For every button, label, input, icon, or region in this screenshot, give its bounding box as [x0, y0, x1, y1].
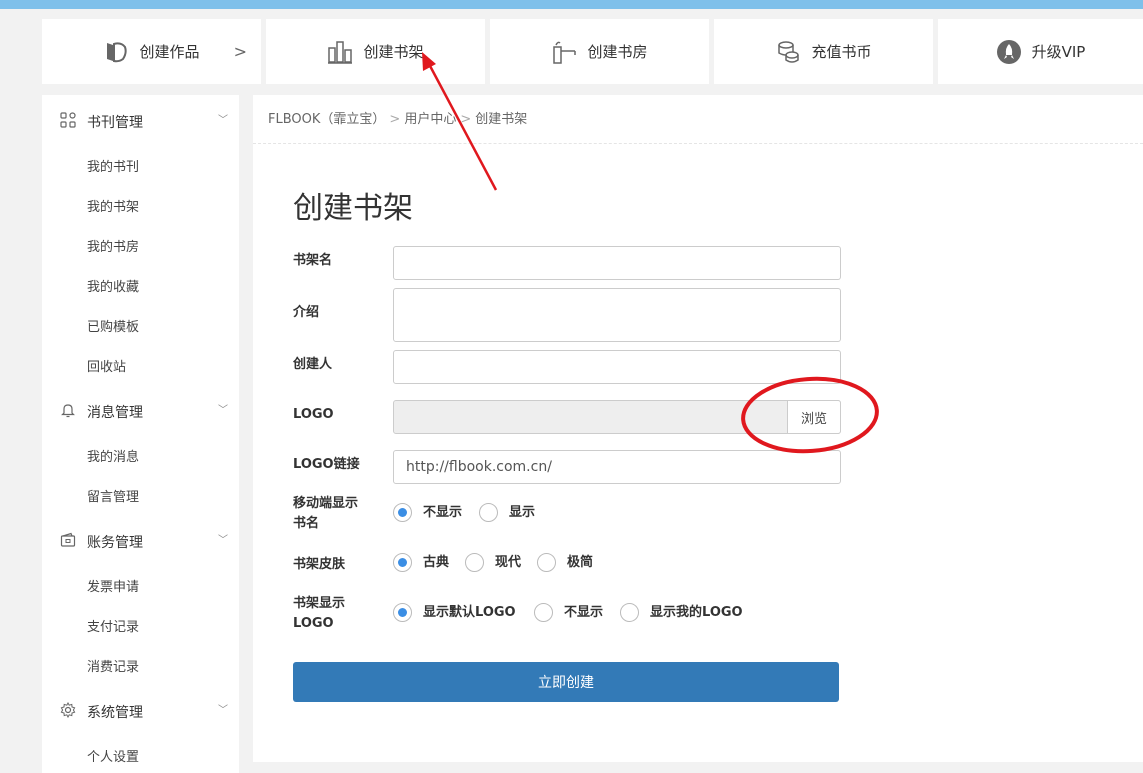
skin-radio-classic[interactable] [393, 553, 412, 572]
browse-button[interactable]: 浏览 [787, 400, 841, 434]
sidebar-item-consumption-records[interactable]: 消费记录 [87, 656, 139, 675]
skin-label: 书架皮肤 [293, 557, 346, 572]
sidebar-item-recycle-bin[interactable]: 回收站 [87, 356, 126, 375]
breadcrumb-home[interactable]: FLBOOK（霏立宝） [268, 112, 385, 127]
intro-textarea[interactable] [393, 288, 841, 342]
logo-display-label: 书架显示 LOGO [293, 594, 345, 634]
skin-radio-minimal[interactable] [537, 553, 556, 572]
logo-display-label-line2: LOGO [293, 616, 334, 631]
coins-icon [775, 39, 801, 65]
sidebar-item-invoice-request[interactable]: 发票申请 [87, 576, 139, 595]
logo-label: LOGO [293, 407, 334, 422]
sidebar-item-my-favorites[interactable]: 我的收藏 [87, 276, 139, 295]
sidebar-item-my-messages[interactable]: 我的消息 [87, 446, 139, 465]
nav-upgrade-vip[interactable]: 升级VIP [938, 19, 1143, 84]
sidebar-section-system[interactable]: 系统管理 ﹀ [42, 695, 239, 725]
chevron-down-icon: ﹀ [218, 405, 228, 416]
nav-create-work[interactable]: 创建作品 > [42, 19, 261, 84]
chevron-down-icon: ﹀ [218, 115, 228, 126]
breadcrumb-separator: > [460, 112, 472, 127]
nav-label: 升级VIP [1031, 43, 1086, 61]
sidebar: 书刊管理 ﹀ 我的书刊 我的书架 我的书房 我的收藏 已购模板 回收站 消息管理… [42, 95, 239, 773]
bookshelf-name-input[interactable] [393, 246, 841, 280]
section-label: 消息管理 [87, 405, 143, 421]
breadcrumb-current: 创建书架 [475, 112, 528, 127]
nav-recharge-coins[interactable]: 充值书币 [714, 19, 933, 84]
radio-label: 现代 [495, 555, 522, 570]
radio-label: 显示默认LOGO [423, 605, 516, 620]
gear-icon [60, 701, 76, 719]
sidebar-section-accounts[interactable]: 账务管理 ﹀ [42, 525, 239, 555]
breadcrumb-user-center[interactable]: 用户中心 [404, 112, 456, 127]
book-room-icon [551, 39, 577, 65]
chevron-right-icon: > [233, 42, 247, 61]
nav-label: 创建书架 [363, 43, 424, 61]
sidebar-section-messages[interactable]: 消息管理 ﹀ [42, 395, 239, 425]
logo-link-label: LOGO链接 [293, 457, 360, 472]
mobile-show-label: 移动端显示 书名 [293, 494, 358, 534]
section-label: 系统管理 [87, 705, 143, 721]
chevron-down-icon: ﹀ [218, 535, 228, 546]
nav-label: 充值书币 [811, 43, 872, 61]
radio-label: 不显示 [423, 505, 463, 520]
creator-input[interactable] [393, 350, 841, 384]
logo-display-label-line1: 书架显示 [293, 596, 346, 611]
radio-label: 极简 [567, 555, 594, 570]
nav-label: 创建作品 [139, 43, 200, 61]
skin-radio-modern[interactable] [465, 553, 484, 572]
creator-label: 创建人 [293, 357, 333, 372]
sidebar-item-my-bookshelves[interactable]: 我的书架 [87, 196, 139, 215]
chevron-down-icon: ﹀ [218, 705, 228, 716]
divider [253, 143, 1143, 144]
logo-display-radio-default[interactable] [393, 603, 412, 622]
sidebar-item-my-publications[interactable]: 我的书刊 [87, 156, 139, 175]
create-now-button[interactable]: 立即创建 [293, 662, 839, 702]
logo-display-radio-mine[interactable] [620, 603, 639, 622]
sidebar-item-comment-management[interactable]: 留言管理 [87, 486, 139, 505]
radio-label: 古典 [423, 555, 450, 570]
sidebar-item-personal-settings[interactable]: 个人设置 [87, 746, 139, 765]
nav-label: 创建书房 [587, 43, 648, 61]
logo-link-input[interactable] [393, 450, 841, 484]
bookshelf-icon [327, 39, 353, 65]
grid-icon [60, 112, 76, 128]
bookshelf-name-label: 书架名 [293, 253, 333, 268]
radio-label: 显示 [509, 505, 536, 520]
sidebar-item-my-bookrooms[interactable]: 我的书房 [87, 236, 139, 255]
main-panel: FLBOOK（霏立宝） > 用户中心 > 创建书架 创建书架 书架名 介绍 创建人 LO… [253, 95, 1143, 762]
nav-create-bookroom[interactable]: 创建书房 [490, 19, 709, 84]
books-icon [103, 39, 129, 65]
rocket-icon [996, 39, 1022, 65]
nav-create-bookshelf[interactable]: 创建书架 [266, 19, 485, 84]
logo-file-field[interactable] [393, 400, 841, 434]
sidebar-item-purchased-templates[interactable]: 已购模板 [87, 316, 139, 335]
intro-label: 介绍 [293, 305, 320, 320]
page-title: 创建书架 [293, 191, 413, 226]
radio-label: 显示我的LOGO [650, 605, 743, 620]
mobile-show-label-line2: 书名 [293, 516, 320, 531]
wallet-icon [60, 532, 76, 548]
section-label: 书刊管理 [87, 115, 143, 131]
sidebar-item-payment-records[interactable]: 支付记录 [87, 616, 139, 635]
radio-label: 不显示 [564, 605, 604, 620]
mobile-show-radio-hide[interactable] [393, 503, 412, 522]
mobile-show-label-line1: 移动端显示 [293, 496, 359, 511]
breadcrumb: FLBOOK（霏立宝） > 用户中心 > 创建书架 [268, 108, 527, 127]
mobile-show-radio-show[interactable] [479, 503, 498, 522]
section-label: 账务管理 [87, 535, 143, 551]
bell-icon [60, 402, 76, 418]
sidebar-section-publications[interactable]: 书刊管理 ﹀ [42, 105, 239, 135]
top-strip [0, 0, 1143, 9]
logo-display-radio-hide[interactable] [534, 603, 553, 622]
breadcrumb-separator: > [389, 112, 401, 127]
